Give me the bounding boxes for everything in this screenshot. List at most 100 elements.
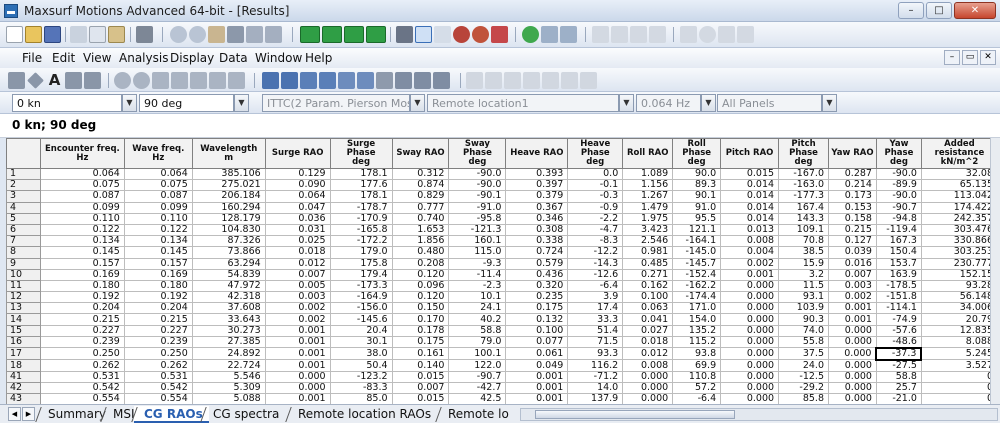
panel-tool-2-icon[interactable] (611, 26, 628, 43)
table-cell[interactable]: 79.0 (448, 335, 507, 349)
table-cell[interactable]: 0.075 (39, 179, 125, 192)
table-cell[interactable]: 150.4 (875, 246, 922, 259)
animate-tool-3-icon[interactable] (504, 72, 521, 89)
table-cell[interactable]: 0.000 (828, 324, 877, 337)
table-cell[interactable]: -164.9 (329, 291, 393, 304)
table-cell[interactable]: 70.8 (778, 235, 829, 248)
row-header[interactable]: 10 (6, 268, 41, 281)
table-cell[interactable]: 0.000 (828, 347, 877, 361)
table-cell[interactable]: 10.1 (448, 291, 507, 304)
table-cell[interactable]: 0.000 (264, 370, 331, 384)
table-cell[interactable]: -6.4 (672, 393, 722, 404)
table-cell[interactable]: 95.5 (672, 212, 722, 225)
column-header[interactable]: Pitch Phase deg (778, 138, 829, 169)
table-cell[interactable]: -145.7 (672, 257, 722, 270)
row-header[interactable]: 11 (6, 279, 41, 293)
table-cell[interactable]: 0.829 (391, 190, 450, 203)
table-cell[interactable]: 0.000 (720, 291, 780, 304)
table-cell[interactable]: -156.0 (329, 302, 393, 315)
table-cell[interactable]: 0.018 (622, 335, 674, 349)
table-cell[interactable]: 0.000 (828, 381, 877, 395)
table-cell[interactable]: 33.3 (567, 313, 624, 326)
table-cell[interactable]: 1.653 (391, 223, 450, 237)
table-cell[interactable]: 93.28 (920, 279, 998, 293)
ellipse-tool-icon[interactable] (133, 72, 150, 89)
table-cell[interactable]: 0.000 (720, 335, 780, 349)
table-cell[interactable]: 115.2 (672, 335, 722, 349)
table-cell[interactable]: 174.422 (920, 201, 998, 214)
table-cell[interactable]: 32.08 (920, 167, 998, 181)
table-cell[interactable]: 0 (920, 393, 998, 404)
table-cell[interactable]: 0.542 (39, 381, 125, 395)
row-header[interactable]: 6 (6, 223, 41, 237)
table-cell[interactable]: 0.018 (264, 246, 331, 259)
speed-select[interactable]: 0 kn (12, 94, 122, 112)
mdi-minimize-button[interactable]: – (944, 50, 960, 65)
table-cell[interactable]: 0.000 (720, 347, 780, 361)
table-cell[interactable]: 0.271 (622, 268, 674, 281)
table-cell[interactable]: 27.385 (191, 335, 266, 349)
table-cell[interactable]: 30.1 (329, 335, 393, 349)
table-cell[interactable]: -123.2 (329, 370, 393, 384)
table-cell[interactable]: 0.049 (505, 359, 569, 372)
table-cell[interactable]: 0.007 (264, 268, 331, 281)
table-cell[interactable]: 50.4 (329, 359, 393, 372)
table-cell[interactable]: 160.294 (191, 201, 266, 214)
table-cell[interactable]: 0.239 (123, 335, 193, 349)
table-cell[interactable]: -90.7 (448, 370, 507, 384)
table-cell[interactable]: 303.476 (920, 223, 998, 237)
table-cell[interactable]: -42.7 (448, 381, 507, 395)
print-icon[interactable] (136, 26, 153, 43)
table-cell[interactable]: 0.132 (505, 313, 569, 326)
panel-tool-1-icon[interactable] (592, 26, 609, 43)
table-cell[interactable]: 0.000 (720, 302, 780, 315)
table-cell[interactable]: 0.320 (505, 279, 569, 293)
table-cell[interactable]: 0.262 (39, 359, 125, 372)
save-icon[interactable] (44, 26, 61, 43)
table-cell[interactable]: -145.0 (672, 246, 722, 259)
table-cell[interactable]: -71.2 (567, 370, 624, 384)
table-cell[interactable]: 0.001 (264, 347, 331, 361)
menu-help[interactable]: Help (305, 51, 332, 65)
table-cell[interactable]: -37.3 (875, 346, 923, 361)
home-view-icon[interactable] (227, 26, 244, 43)
shape-tool-2-icon[interactable] (699, 26, 716, 43)
table-cell[interactable]: 0.531 (123, 370, 193, 384)
table-cell[interactable]: 0.063 (622, 302, 674, 315)
table-cell[interactable]: -27.5 (875, 359, 922, 372)
column-header[interactable]: Surge Phase deg (329, 138, 393, 169)
table-cell[interactable]: 0 (920, 381, 998, 395)
vertical-scrollbar[interactable] (990, 138, 1000, 404)
zoom-in-icon[interactable] (170, 26, 187, 43)
table-cell[interactable]: 0.180 (39, 279, 125, 293)
minimize-button[interactable]: – (898, 2, 924, 19)
table-cell[interactable]: 0.000 (720, 370, 780, 384)
table-cell[interactable]: 0.007 (391, 381, 450, 395)
table-cell[interactable]: 1.089 (622, 167, 674, 181)
table-cell[interactable]: 0.874 (391, 179, 450, 192)
table-cell[interactable]: 0.250 (39, 347, 125, 361)
table-cell[interactable]: 0.192 (39, 291, 125, 304)
table-cell[interactable]: 0.039 (828, 246, 877, 259)
row-header[interactable]: 16 (6, 335, 41, 349)
table-cell[interactable]: 178.1 (329, 167, 393, 181)
row-header[interactable]: 3 (6, 190, 41, 203)
table-cell[interactable]: 0.436 (505, 268, 569, 281)
table-cell[interactable]: 0.161 (391, 347, 450, 361)
table-cell[interactable]: 51.4 (567, 324, 624, 337)
table-cell[interactable]: 1.479 (622, 201, 674, 214)
close-button[interactable]: ✕ (954, 2, 996, 19)
table-cell[interactable]: -151.8 (875, 291, 922, 304)
table-cell[interactable]: -2.3 (448, 279, 507, 293)
column-header[interactable]: Sway Phase deg (448, 138, 507, 169)
cut-icon[interactable] (70, 26, 87, 43)
table-cell[interactable]: 0.204 (123, 302, 193, 315)
table-cell[interactable]: 5.546 (191, 370, 266, 384)
table-cell[interactable]: 0.169 (39, 268, 125, 281)
table-cell[interactable]: 0.001 (505, 393, 569, 404)
table-cell[interactable]: 0.000 (622, 370, 674, 384)
table-cell[interactable]: 5.088 (191, 393, 266, 404)
table-cell[interactable]: 0.145 (123, 246, 193, 259)
table-cell[interactable]: -0.1 (567, 179, 624, 192)
analysis-wave-icon[interactable] (541, 26, 558, 43)
